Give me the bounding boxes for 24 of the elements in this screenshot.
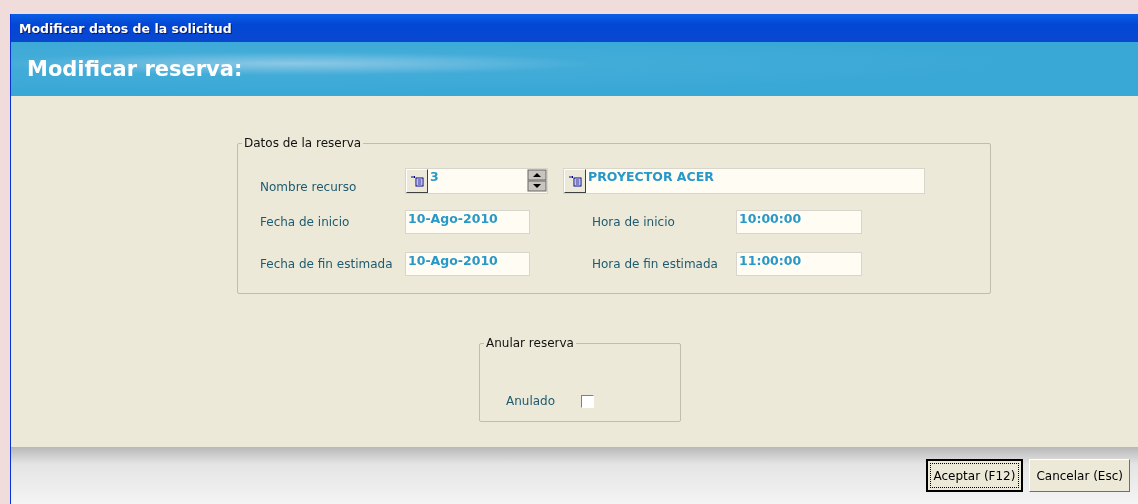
text-field[interactable]: 10:00:00 [736,210,862,234]
resource-code-field[interactable]: 3 [405,168,548,194]
field-label: Hora de inicio [592,215,676,229]
field-label: Nombre recurso [260,179,358,194]
text-field[interactable]: 10-Ago-2010 [405,252,530,276]
field-label: Hora de fin estimada [592,257,719,271]
cancel-button[interactable]: Cancelar (Esc) [1029,459,1130,492]
field-label: Fecha de inicio [260,215,351,229]
checkbox-label: Anulado [506,394,556,408]
lookup-button[interactable] [564,169,586,193]
header-title: Modificar reserva: [27,57,243,81]
text-field[interactable]: 10-Ago-2010 [405,210,530,234]
field-label: Fecha de fin estimada [260,257,394,271]
resource-name-field[interactable]: PROYECTOR ACER [563,168,925,194]
group-legend: Datos de la reserva [242,136,364,150]
window-title: Modificar datos de la solicitud [11,14,1138,42]
checkbox[interactable] [581,394,595,408]
list-icon [568,175,582,187]
lookup-button[interactable] [406,169,428,193]
list-icon [410,175,424,187]
group-legend: Anular reserva [484,336,576,350]
accept-button[interactable]: Aceptar (F12) [925,459,1024,492]
text-field[interactable]: 11:00:00 [736,252,862,276]
spinner-icon[interactable] [527,169,547,193]
